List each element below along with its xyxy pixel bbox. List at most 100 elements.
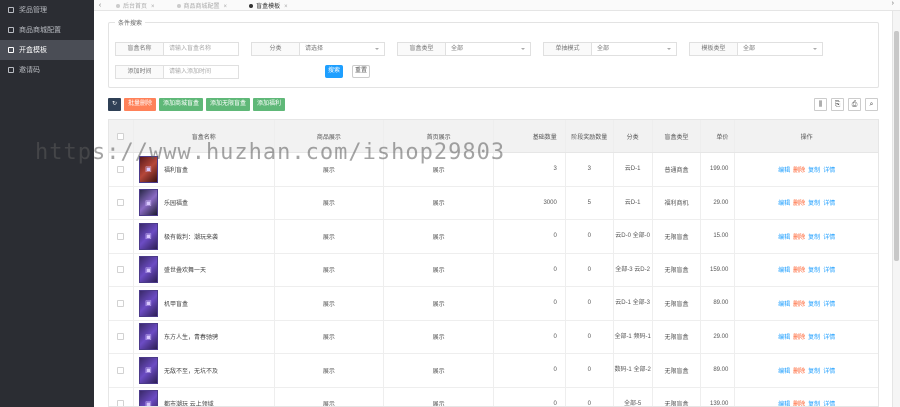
copy-link[interactable]: 复制 [808, 399, 820, 406]
col-box-type[interactable]: 盲盒类型 [653, 120, 702, 152]
copy-link[interactable]: 复制 [808, 332, 820, 341]
edit-link[interactable]: 编辑 [778, 165, 790, 174]
edit-link[interactable]: 编辑 [778, 198, 790, 207]
detail-link[interactable]: 详情 [823, 366, 835, 375]
box-thumbnail[interactable]: ▣ [138, 222, 158, 250]
detail-link[interactable]: 详情 [823, 198, 835, 207]
box-thumbnail[interactable]: ▣ [138, 323, 158, 351]
row-checkbox[interactable] [109, 253, 134, 286]
template-type-select[interactable]: 全部 [737, 42, 823, 56]
row-checkbox[interactable] [109, 287, 134, 320]
batch-delete-button[interactable]: 批量删除 [124, 98, 157, 111]
columns-icon[interactable]: ⫼ [814, 98, 827, 111]
box-thumbnail[interactable]: ▣ [138, 155, 158, 183]
edit-link[interactable]: 编辑 [778, 399, 790, 406]
select-all-checkbox[interactable] [109, 120, 134, 152]
detail-link[interactable]: 详情 [823, 299, 835, 308]
edit-link[interactable]: 编辑 [778, 265, 790, 274]
export-icon[interactable]: ⎘ [831, 98, 844, 111]
search-button[interactable]: 搜索 [325, 65, 343, 78]
add-shop-box-button[interactable]: 添加商城盲盒 [159, 98, 204, 111]
col-shop-show[interactable]: 商品展示 [275, 120, 385, 152]
col-stage-count[interactable]: 阶段奖励数量 [566, 120, 614, 152]
chevron-left-icon[interactable]: ‹ [94, 2, 106, 9]
add-time-input[interactable]: 请输入添加时间 [163, 65, 239, 79]
copy-link[interactable]: 复制 [808, 165, 820, 174]
copy-link[interactable]: 复制 [808, 265, 820, 274]
sidebar-item-invite[interactable]: 邀请码 [0, 60, 94, 80]
box-thumbnail[interactable]: ▣ [138, 390, 158, 406]
col-base-count[interactable]: 基础数量 [494, 120, 566, 152]
chevron-right-icon[interactable]: › [892, 0, 894, 7]
delete-link[interactable]: 删除 [793, 265, 805, 274]
copy-link[interactable]: 复制 [808, 366, 820, 375]
detail-link[interactable]: 详情 [823, 165, 835, 174]
delete-link[interactable]: 删除 [793, 366, 805, 375]
close-icon[interactable]: × [224, 4, 228, 10]
col-name[interactable]: 盲盒名称 [134, 120, 275, 152]
scroll-thumb[interactable] [894, 31, 899, 261]
cell-box-type: 无限盲盒 [653, 253, 702, 286]
sidebar-item-prize[interactable]: 奖品管理 [0, 0, 94, 20]
edit-link[interactable]: 编辑 [778, 299, 790, 308]
refresh-icon[interactable]: ↻ [108, 98, 121, 111]
cell-ops: 编辑 删除 复制 详情 [735, 354, 878, 387]
print-icon[interactable]: ⎙ [848, 98, 861, 111]
box-name-input[interactable]: 请输入盲盒名称 [163, 42, 239, 56]
edit-link[interactable]: 编辑 [778, 366, 790, 375]
close-icon[interactable]: × [284, 4, 288, 10]
tab-shop-config[interactable]: 商品商城配置 × [167, 1, 240, 10]
cell-stage-count: 0 [566, 320, 614, 353]
detail-link[interactable]: 详情 [823, 265, 835, 274]
row-checkbox[interactable] [109, 220, 134, 253]
box-thumbnail[interactable]: ▣ [138, 256, 158, 284]
delete-link[interactable]: 删除 [793, 232, 805, 241]
detail-link[interactable]: 详情 [823, 399, 835, 406]
reset-button[interactable]: 重置 [352, 65, 370, 78]
close-icon[interactable]: × [151, 4, 155, 10]
box-thumbnail[interactable]: ▣ [138, 356, 158, 384]
cell-box-type: 无限盲盒 [653, 320, 702, 353]
copy-link[interactable]: 复制 [808, 198, 820, 207]
box-thumbnail[interactable]: ▣ [138, 289, 158, 317]
filter-category: 分类 请选择 [251, 42, 385, 56]
cell-name: ▣ 都市潮玩 云上领域 [134, 387, 275, 406]
copy-link[interactable]: 复制 [808, 299, 820, 308]
row-checkbox[interactable] [109, 186, 134, 219]
col-price[interactable]: 单价 [701, 120, 736, 152]
tab-box-template[interactable]: 盲盒模板 × [239, 1, 300, 10]
delete-link[interactable]: 删除 [793, 198, 805, 207]
add-infinite-box-button[interactable]: 添加无限盲盒 [206, 98, 251, 111]
delete-link[interactable]: 删除 [793, 399, 805, 406]
cell-shop-show: 展示 [275, 354, 385, 387]
box-thumbnail[interactable]: ▣ [138, 189, 158, 217]
cell-base-count: 0 [494, 354, 566, 387]
row-checkbox[interactable] [109, 320, 134, 353]
col-category[interactable]: 分类 [614, 120, 653, 152]
detail-link[interactable]: 详情 [823, 332, 835, 341]
box-name: 机甲盲盒 [163, 301, 188, 308]
delete-link[interactable]: 删除 [793, 332, 805, 341]
box-type-select[interactable]: 全部 [445, 42, 531, 56]
search-icon[interactable]: ⌕ [865, 98, 878, 111]
detail-link[interactable]: 详情 [823, 232, 835, 241]
cell-category: 全部-5 [614, 387, 653, 406]
add-welfare-button[interactable]: 添加福利 [253, 98, 286, 111]
sidebar-item-label: 商品商城配置 [19, 27, 61, 34]
copy-link[interactable]: 复制 [808, 232, 820, 241]
tab-home[interactable]: 后台首页 × [106, 1, 167, 10]
row-checkbox[interactable] [109, 354, 134, 387]
sidebar-item-box-template[interactable]: 开盒模板 [0, 40, 94, 60]
delete-link[interactable]: 删除 [793, 165, 805, 174]
col-home-show[interactable]: 首页展示 [384, 120, 494, 152]
edit-link[interactable]: 编辑 [778, 332, 790, 341]
edit-link[interactable]: 编辑 [778, 232, 790, 241]
sidebar-item-shop-config[interactable]: 商品商城配置 [0, 20, 94, 40]
box-name: 极有裁判：潮玩来袭 [163, 234, 218, 241]
category-select[interactable]: 请选择 [299, 42, 385, 56]
draw-mode-select[interactable]: 全部 [591, 42, 677, 56]
page-scrollbar[interactable] [892, 11, 900, 407]
row-checkbox[interactable] [109, 387, 134, 406]
delete-link[interactable]: 删除 [793, 299, 805, 308]
row-checkbox[interactable] [109, 153, 134, 186]
